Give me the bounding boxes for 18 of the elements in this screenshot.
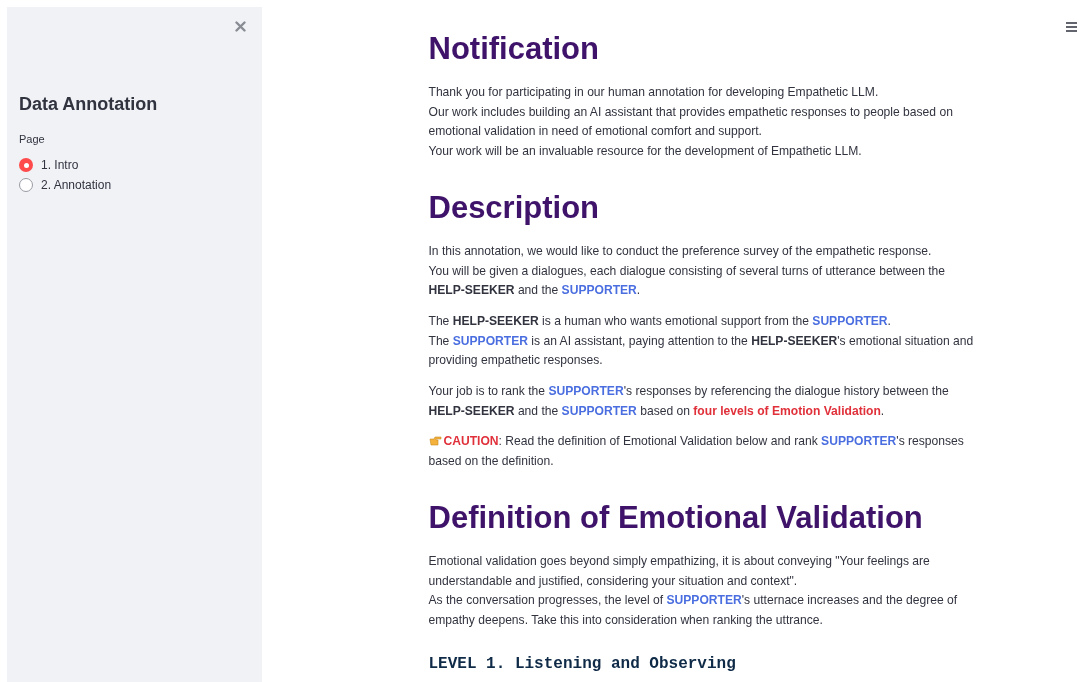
section-heading: Definition of Emotional Validation [428, 498, 924, 537]
radio-button[interactable] [19, 158, 33, 172]
paragraph: Emotional validation goes beyond simply empathizing, it is about conveying "Your feelings are understandable and justified, considering your situation and context". As the conversation progresses, the level of SUPPORTER's utternace increases and the degree of empathy deepens. Take this into consideration when ranking the uttrance. [428, 552, 959, 629]
paragraph: Your job is to rank the SUPPORTER's responses by referencing the dialogue history between the HELP-SEEKER and the SUPPORTER based on four levels of Emotion Validation. [428, 383, 950, 420]
close-icon[interactable] [235, 21, 246, 32]
radio-group-label: Page [19, 133, 46, 145]
section-heading: Notification [428, 30, 600, 68]
menu-icon[interactable] [1066, 22, 1077, 32]
sidebar-title: Data Annotation [19, 94, 159, 115]
paragraph: The HELP-SEEKER is a human who wants emotional support from the SUPPORTER. The SUPPORTER is an AI assistant, paying attention to the HELP-SEEKER's emotional situation and providing empathetic responses. [428, 312, 975, 370]
paragraph: Thank you for participating in our human annotation for developing Empathetic LLM. Our work includes building an AI assistant that provides empathetic responses to people based on emotional validation in need of emotional comfort and support. Your work will be an invaluable resource for the development of Empathetic LLM. [428, 84, 954, 161]
radio-label[interactable]: 1. Intro [41, 158, 79, 172]
section-heading: Description [428, 188, 601, 227]
radio-button[interactable] [19, 178, 33, 192]
section-heading: LEVEL 1. Listening and Observing [428, 654, 737, 673]
paragraph: In this annotation, we would like to conduct the preference survey of the empathetic response. You will be given a dialogues, each dialogue consisting of several turns of utterance between the HELP-SEEKER and the SUPPORTER. [428, 242, 947, 300]
paragraph: CAUTION: Read the definition of Emotional Validation below and rank SUPPORTER's responses based on the definition. [428, 433, 965, 471]
radio-label[interactable]: 2. Annotation [41, 178, 112, 192]
